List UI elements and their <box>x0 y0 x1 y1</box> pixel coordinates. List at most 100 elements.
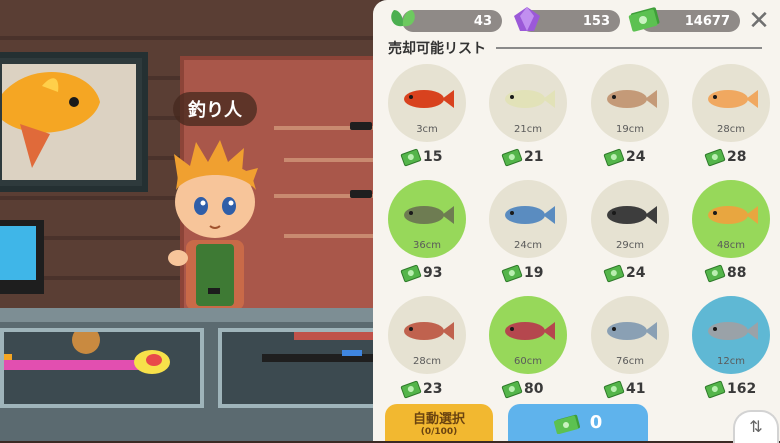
fish-card-lionfish[interactable]: 28cm 23 <box>388 296 468 404</box>
fish-price: 88 <box>704 263 747 283</box>
fish-thumbnail: 19cm <box>591 64 669 142</box>
char-icon <box>607 90 657 108</box>
fish-price: 93 <box>400 263 443 283</box>
fish-price-value: 24 <box>626 265 646 281</box>
goby-icon <box>708 90 758 108</box>
fish-size: 12cm <box>717 356 745 367</box>
auto-select-button[interactable]: 自動選択 (0/100) <box>385 404 493 441</box>
cash-icon <box>553 414 580 434</box>
fish-price-value: 162 <box>727 381 757 397</box>
fish-card-char[interactable]: 19cm 24 <box>591 64 671 172</box>
fish-size: 28cm <box>717 124 745 135</box>
cash-icon <box>704 379 726 399</box>
sellable-list-title: 売却可能リスト <box>388 41 486 57</box>
gem-icon <box>514 7 540 31</box>
cash-icon <box>501 379 523 399</box>
close-button[interactable]: ✕ <box>744 6 774 36</box>
fish-size: 76cm <box>616 356 644 367</box>
fish-card-flounder[interactable]: 48cm 88 <box>692 180 772 288</box>
sell-button[interactable]: 0 <box>508 404 648 441</box>
crayfish-icon <box>404 90 454 108</box>
fish-price-value: 21 <box>524 149 544 165</box>
cash-icon <box>501 263 523 283</box>
fish-size: 28cm <box>413 356 441 367</box>
display-case-left <box>0 326 204 408</box>
cash-icon <box>400 379 422 399</box>
piranha-icon <box>708 322 758 340</box>
fish-thumbnail: 36cm <box>388 180 466 258</box>
fish-size: 60cm <box>514 356 542 367</box>
fish-size: 19cm <box>616 124 644 135</box>
fish-thumbnail: 48cm <box>692 180 770 258</box>
fish-size: 48cm <box>717 240 745 251</box>
cash-icon <box>704 147 726 167</box>
fish-card-bass[interactable]: 36cm 93 <box>388 180 468 288</box>
cash-icon <box>400 147 422 167</box>
leaf-icon <box>391 10 415 27</box>
sort-button[interactable]: ⇅ <box>733 410 779 443</box>
salmon-icon <box>607 322 657 340</box>
sell-total: 0 <box>589 412 603 433</box>
display-counter <box>0 308 380 441</box>
fish-price: 41 <box>603 379 646 399</box>
cash-icon <box>628 7 660 32</box>
fish-card-crayfish[interactable]: 3cm 15 <box>388 64 468 172</box>
auto-select-count: (0/100) <box>420 427 458 437</box>
fish-price: 28 <box>704 147 747 167</box>
auto-select-label: 自動選択 <box>412 412 465 427</box>
gem-count: 153 <box>582 13 610 29</box>
fish-price-value: 88 <box>727 265 747 281</box>
fish-thumbnail: 76cm <box>591 296 669 374</box>
fish-card-goby[interactable]: 28cm 28 <box>692 64 772 172</box>
monitor <box>0 220 44 294</box>
fish-price-value: 15 <box>423 149 443 165</box>
npc-name-label: 釣り人 <box>173 92 257 126</box>
shop-scene: 釣り人 <box>0 0 380 441</box>
fish-price: 80 <box>501 379 544 399</box>
display-case-right <box>218 328 380 408</box>
fish-price-value: 19 <box>524 265 544 281</box>
fish-price-value: 41 <box>626 381 646 397</box>
fish-card-rockfish[interactable]: 29cm 24 <box>591 180 671 288</box>
fish-price: 162 <box>704 379 757 399</box>
fish-price-value: 24 <box>626 149 646 165</box>
fish-price: 24 <box>603 147 646 167</box>
fish-price: 19 <box>501 263 544 283</box>
fish-thumbnail: 28cm <box>388 296 466 374</box>
fish-price-value: 23 <box>423 381 443 397</box>
fish-price: 15 <box>400 147 443 167</box>
mackerel-icon <box>505 206 555 224</box>
octopus-icon <box>505 322 555 340</box>
fish-card-salmon[interactable]: 76cm 41 <box>591 296 671 404</box>
fish-price-value: 93 <box>423 265 443 281</box>
cash-icon <box>603 379 625 399</box>
sweetfish-icon <box>505 90 555 108</box>
leaf-count: 43 <box>473 13 492 29</box>
cash-icon <box>603 147 625 167</box>
fish-size: 3cm <box>416 124 438 135</box>
lionfish-icon <box>404 322 454 340</box>
bass-icon <box>404 206 454 224</box>
cash-icon <box>704 263 726 283</box>
cash-icon <box>501 147 523 167</box>
fish-thumbnail: 12cm <box>692 296 770 374</box>
fish-price-value: 80 <box>524 381 544 397</box>
fish-price: 23 <box>400 379 443 399</box>
rockfish-icon <box>607 206 657 224</box>
cash-icon <box>400 263 422 283</box>
goldfish-picture <box>2 72 100 168</box>
fish-card-piranha[interactable]: 12cm 162 <box>692 296 772 404</box>
fish-price: 24 <box>603 263 646 283</box>
fisherman-character[interactable] <box>160 140 270 320</box>
fish-thumbnail: 3cm <box>388 64 466 142</box>
fish-thumbnail: 60cm <box>489 296 567 374</box>
fish-price-value: 28 <box>727 149 747 165</box>
fish-thumbnail: 29cm <box>591 180 669 258</box>
fish-card-octopus[interactable]: 60cm 80 <box>489 296 569 404</box>
flounder-icon <box>708 206 758 224</box>
fish-thumbnail: 24cm <box>489 180 567 258</box>
fish-painting <box>0 52 148 192</box>
fish-card-sweetfish[interactable]: 21cm 21 <box>489 64 569 172</box>
fish-size: 29cm <box>616 240 644 251</box>
fish-card-mackerel[interactable]: 24cm 19 <box>489 180 569 288</box>
